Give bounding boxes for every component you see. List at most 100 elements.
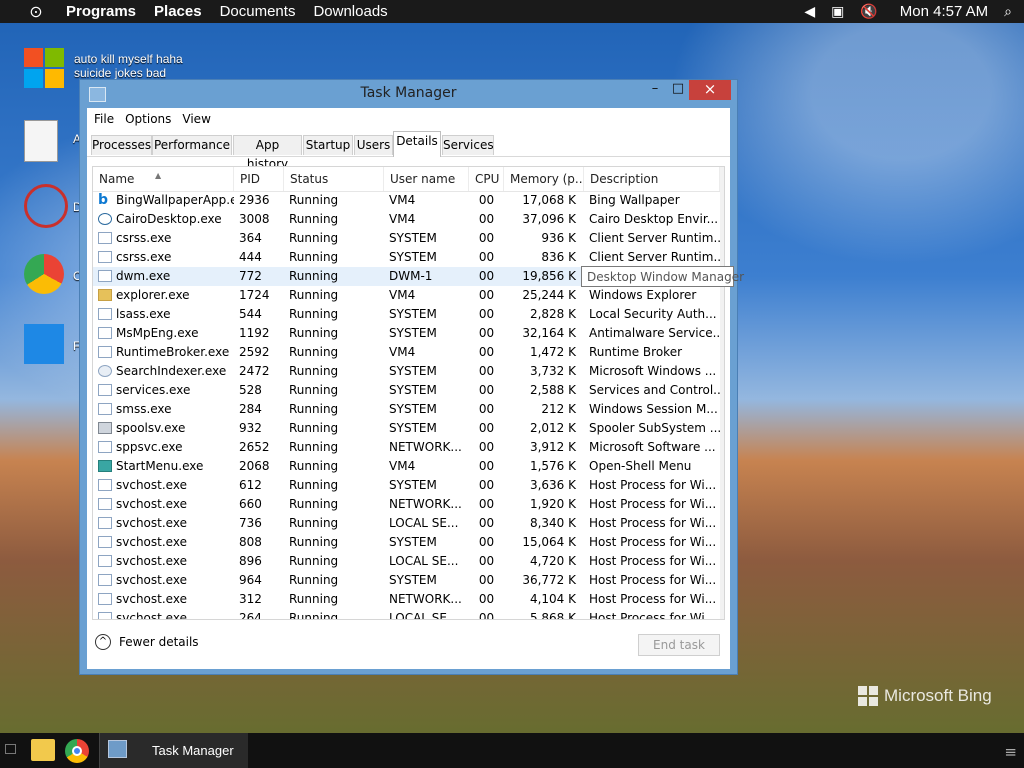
table-row[interactable]: CairoDesktop.exe 3008 Running VM4 00 37,096 K… <box>93 210 720 229</box>
tab-services[interactable]: Services <box>442 135 494 155</box>
table-row[interactable]: smss.exe 284 Running SYSTEM 00 212 K Windows S… <box>93 400 720 419</box>
menu-options[interactable]: Options <box>125 112 171 126</box>
column-description[interactable]: Description <box>584 167 720 191</box>
process-user: SYSTEM <box>389 364 437 378</box>
table-row[interactable]: svchost.exe 612 Running SYSTEM 00 3,636 K Host… <box>93 476 720 495</box>
volume-muted-icon[interactable]: 🔇 <box>860 3 877 20</box>
column-memory[interactable]: Memory (p... <box>504 167 584 191</box>
close-icon[interactable]: × <box>689 80 731 100</box>
table-row[interactable]: svchost.exe 896 Running LOCAL SE... 00 4,720 … <box>93 552 720 571</box>
table-row[interactable]: csrss.exe 364 Running SYSTEM 00 936 K Client S… <box>93 229 720 248</box>
process-name-cell: StartMenu.exe <box>93 457 234 476</box>
chrome-taskbar-icon[interactable] <box>65 739 89 763</box>
shell-icon <box>98 460 112 472</box>
process-name-cell: RuntimeBroker.exe <box>93 343 234 362</box>
tab-processes[interactable]: Processes <box>91 135 152 155</box>
network-icon[interactable]: ▣ <box>831 3 844 20</box>
window-icon <box>98 346 112 358</box>
process-user: SYSTEM <box>389 326 437 340</box>
window-titlebar[interactable]: Task Manager – □ × <box>80 80 737 108</box>
table-row[interactable]: svchost.exe 264 Running LOCAL SE... 00 5,868 … <box>93 609 720 620</box>
table-row[interactable]: explorer.exe 1724 Running VM4 00 25,244 K Wind… <box>93 286 720 305</box>
process-pid: 612 <box>239 478 262 492</box>
process-status: Running <box>289 459 339 473</box>
process-description: Services and Control... <box>589 383 720 397</box>
table-row[interactable]: svchost.exe 660 Running NETWORK... 00 1,920 K… <box>93 495 720 514</box>
tab-app-history[interactable]: App history <box>233 135 302 171</box>
table-row[interactable]: RuntimeBroker.exe 2592 Running VM4 00 1,472 K… <box>93 343 720 362</box>
process-description: Host Process for Wi... <box>589 592 717 606</box>
process-user: NETWORK... <box>389 440 462 454</box>
topbar-downloads[interactable]: Downloads <box>313 3 387 20</box>
back-arrow-icon[interactable]: ◀ <box>804 3 815 20</box>
process-cpu: 00 <box>478 497 495 511</box>
start-menu-icon[interactable]: ⊙ <box>24 2 48 22</box>
table-row[interactable]: services.exe 528 Running SYSTEM 00 2,588 K Ser… <box>93 381 720 400</box>
maximize-icon[interactable]: □ <box>666 80 690 100</box>
column-pid[interactable]: PID <box>234 167 284 191</box>
process-cpu: 00 <box>478 611 495 620</box>
table-row[interactable]: MsMpEng.exe 1192 Running SYSTEM 00 32,164 K An… <box>93 324 720 343</box>
tab-performance[interactable]: Performance <box>152 135 232 155</box>
process-pid: 264 <box>239 611 262 620</box>
column-cpu[interactable]: CPU <box>469 167 504 191</box>
table-row[interactable]: StartMenu.exe 2068 Running VM4 00 1,576 K Open… <box>93 457 720 476</box>
process-user: LOCAL SE... <box>389 554 459 568</box>
process-name: svchost.exe <box>116 611 187 620</box>
process-memory: 32,164 K <box>522 326 576 340</box>
table-row[interactable]: lsass.exe 544 Running SYSTEM 00 2,828 K Local … <box>93 305 720 324</box>
fewer-details-button[interactable]: ^ Fewer details <box>95 634 199 650</box>
process-name-cell: explorer.exe <box>93 286 234 305</box>
menu-view[interactable]: View <box>182 112 210 126</box>
gear-icon[interactable] <box>24 184 68 228</box>
column-user-name[interactable]: User name <box>384 167 469 191</box>
process-pid: 364 <box>239 231 262 245</box>
tab-users[interactable]: Users <box>354 135 393 155</box>
column-name[interactable]: Name ▲ <box>93 167 234 191</box>
windows-logo-icon[interactable] <box>24 48 64 88</box>
menu-lines-icon[interactable]: ≡ <box>1004 743 1017 761</box>
table-row[interactable]: SearchIndexer.exe 2472 Running SYSTEM 00 3,73… <box>93 362 720 381</box>
process-cpu: 00 <box>478 440 495 454</box>
clock[interactable]: Mon 4:57 AM <box>900 3 988 20</box>
vertical-scrollbar[interactable]: ▲ ▼ <box>720 167 725 619</box>
show-desktop-icon[interactable] <box>5 744 16 754</box>
chrome-icon[interactable] <box>24 254 64 294</box>
document-icon[interactable] <box>24 120 58 162</box>
scroll-up-icon[interactable]: ▲ <box>720 167 724 184</box>
end-task-button[interactable]: End task <box>638 634 720 656</box>
process-user: VM4 <box>389 345 416 359</box>
process-pid: 932 <box>239 421 262 435</box>
topbar-programs[interactable]: Programs <box>66 3 136 20</box>
table-row[interactable]: b BingWallpaperApp.exe 2936 Running VM4 00 17,… <box>93 191 720 210</box>
topbar-places[interactable]: Places <box>154 3 202 20</box>
process-pid: 896 <box>239 554 262 568</box>
table-row[interactable]: svchost.exe 312 Running NETWORK... 00 4,104 K… <box>93 590 720 609</box>
tab-details[interactable]: Details <box>393 131 441 157</box>
minimize-icon[interactable]: – <box>643 80 667 100</box>
process-cpu: 00 <box>478 269 495 283</box>
process-name: dwm.exe <box>116 269 171 283</box>
table-row[interactable]: svchost.exe 808 Running SYSTEM 00 15,064 K Hos… <box>93 533 720 552</box>
scroll-down-icon[interactable]: ▼ <box>720 602 724 619</box>
table-row[interactable]: svchost.exe 964 Running SYSTEM 00 36,772 K Hos… <box>93 571 720 590</box>
column-status[interactable]: Status <box>284 167 384 191</box>
topbar-documents[interactable]: Documents <box>220 3 296 20</box>
process-user: SYSTEM <box>389 307 437 321</box>
process-memory: 2,012 K <box>529 421 576 435</box>
table-row[interactable]: csrss.exe 444 Running SYSTEM 00 836 K Client S… <box>93 248 720 267</box>
scroll-thumb[interactable] <box>724 185 725 422</box>
window-icon <box>98 574 112 586</box>
process-status: Running <box>289 497 339 511</box>
table-row[interactable]: svchost.exe 736 Running LOCAL SE... 00 8,340 … <box>93 514 720 533</box>
file-explorer-icon[interactable] <box>31 739 55 761</box>
app-icon[interactable] <box>24 324 64 364</box>
process-cpu: 00 <box>478 459 495 473</box>
table-row[interactable]: spoolsv.exe 932 Running SYSTEM 00 2,012 K Spoo… <box>93 419 720 438</box>
search-icon[interactable]: ⌕ <box>1004 3 1012 20</box>
window-icon <box>98 403 112 415</box>
tab-startup[interactable]: Startup <box>303 135 353 155</box>
table-row[interactable]: sppsvc.exe 2652 Running NETWORK... 00 3,912 K… <box>93 438 720 457</box>
taskbar-task-manager-button[interactable]: Task Manager <box>99 733 248 768</box>
menu-file[interactable]: File <box>94 112 114 126</box>
